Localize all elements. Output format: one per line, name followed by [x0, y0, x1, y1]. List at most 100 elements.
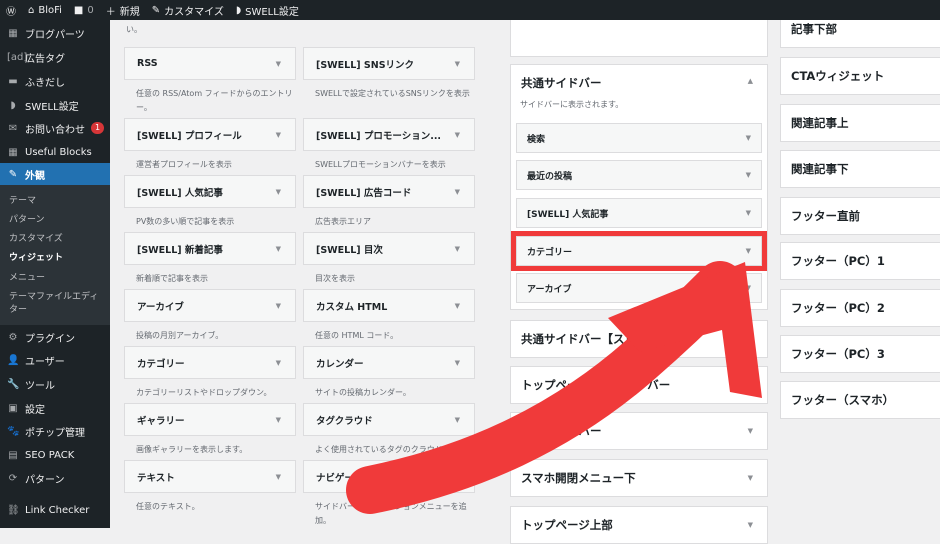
sidebar-item[interactable]: ▤ SEO PACK: [0, 444, 110, 466]
chevron-down-icon[interactable]: ▼: [748, 335, 753, 343]
sidebar-item[interactable]: ⟳ パターン: [0, 467, 110, 489]
chevron-down-icon[interactable]: ▼: [276, 359, 281, 367]
widget-description: 画像ギャラリーを表示します。: [136, 445, 248, 454]
chevron-down-icon[interactable]: ▼: [276, 131, 281, 139]
available-widget[interactable]: テキスト ▼: [124, 460, 296, 493]
customize-link[interactable]: ✎ カスタマイズ: [152, 3, 224, 18]
chevron-down-icon[interactable]: ▼: [276, 416, 281, 424]
sidebar-item-label: プラグイン: [25, 333, 75, 345]
available-widget[interactable]: [SWELL] プロフィール ▼: [124, 118, 296, 151]
widget-area[interactable]: フッター（PC）3: [780, 335, 940, 373]
available-widget[interactable]: [SWELL] プロモーション... ▼: [303, 118, 475, 151]
sidebar-widget[interactable]: 検索 ▼: [516, 123, 762, 153]
sidebar-item[interactable]: ⛓ Link Checker: [0, 499, 110, 521]
menu-icon: [ad]: [7, 51, 28, 63]
sidebar-item[interactable]: ▣ 設定: [0, 397, 110, 419]
widget-area[interactable]: フッター（スマホ）: [780, 381, 940, 419]
chevron-down-icon[interactable]: ▼: [276, 245, 281, 253]
available-widget[interactable]: [SWELL] 新着記事 ▼: [124, 232, 296, 265]
chevron-down-icon[interactable]: ▼: [748, 474, 753, 482]
chevron-down-icon[interactable]: ▼: [746, 134, 751, 142]
sidebar-item[interactable]: ▬ ふきだし: [0, 70, 110, 92]
widget-area[interactable]: スマホ開閉メニュー下 ▼: [510, 459, 768, 497]
available-widget[interactable]: カテゴリー ▼: [124, 346, 296, 379]
available-widget[interactable]: アーカイブ ▼: [124, 289, 296, 322]
appearance-submenu: テーマパターンカスタマイズ ウィジェット メニューテーマファイルエディター: [0, 185, 110, 325]
available-widget[interactable]: ギャラリー ▼: [124, 403, 296, 436]
sidebar-item-label: お問い合わせ: [25, 124, 85, 136]
submenu-item-2[interactable]: カスタマイズ: [9, 233, 104, 246]
plus-icon: ＋: [105, 6, 116, 18]
available-widget[interactable]: [SWELL] SNSリンク ▼: [303, 47, 475, 80]
submenu-item-4[interactable]: メニュー: [9, 272, 104, 285]
available-widget[interactable]: カスタム HTML ▼: [303, 289, 475, 322]
chevron-down-icon[interactable]: ▼: [276, 188, 281, 196]
area-title: 共通サイドバー: [521, 76, 602, 90]
comments-link[interactable]: ■ 0: [74, 5, 94, 16]
sidebar-item[interactable]: 🔧 ツール: [0, 373, 110, 395]
chevron-down-icon[interactable]: ▼: [748, 381, 753, 389]
wordpress-logo-icon[interactable]: Ⓦ: [6, 3, 16, 18]
available-widget[interactable]: カレンダー ▼: [303, 346, 475, 379]
widget-area[interactable]: CTAウィジェット: [780, 57, 940, 95]
new-content-link[interactable]: ＋新規: [106, 3, 140, 18]
widget-area[interactable]: トップページ上部 ▼: [510, 506, 768, 544]
menu-icon: 🔧: [7, 378, 20, 390]
submenu-item-5[interactable]: テーマファイルエディター: [9, 291, 104, 317]
chevron-down-icon[interactable]: ▼: [276, 473, 281, 481]
chevron-down-icon[interactable]: ▼: [276, 302, 281, 310]
chevron-down-icon[interactable]: ▼: [455, 245, 460, 253]
chevron-down-icon[interactable]: ▼: [276, 60, 281, 68]
widget-area[interactable]: トップページ専用サイドバー ▼: [510, 366, 768, 404]
notification-badge: 1: [91, 122, 105, 134]
chevron-down-icon[interactable]: ▼: [746, 247, 751, 255]
submenu-item-1[interactable]: パターン: [9, 214, 104, 227]
sidebar-item[interactable]: ✎ 外観: [0, 163, 110, 185]
widget-title: ナビゲーションメニュー: [316, 472, 421, 484]
widget-area[interactable]: 関連記事上: [780, 104, 940, 142]
sidebar-item[interactable]: [ad] 広告タグ: [0, 46, 110, 68]
sidebar-item-label: 設定: [25, 404, 45, 416]
sidebar-item[interactable]: 👤 ユーザー: [0, 349, 110, 371]
chevron-down-icon[interactable]: ▼: [746, 284, 751, 292]
widget-area[interactable]: 追尾サイドバー ▼: [510, 412, 768, 450]
available-widget[interactable]: タグクラウド ▼: [303, 403, 475, 436]
area-title: フッター（スマホ）: [791, 393, 895, 407]
chevron-down-icon[interactable]: ▼: [455, 473, 460, 481]
chevron-down-icon[interactable]: ▼: [455, 359, 460, 367]
sidebar-item[interactable]: ⚙ プラグイン: [0, 326, 110, 348]
chevron-down-icon[interactable]: ▼: [746, 171, 751, 179]
available-widget[interactable]: [SWELL] 人気記事 ▼: [124, 175, 296, 208]
sidebar-widget-highlighted[interactable]: カテゴリー ▼: [511, 231, 767, 271]
available-widget[interactable]: [SWELL] 広告コード ▼: [303, 175, 475, 208]
chevron-up-icon[interactable]: ▲: [748, 77, 753, 85]
swell-settings-link[interactable]: ◗ SWELL設定: [236, 3, 299, 18]
sidebar-item[interactable]: ◗ SWELL設定: [0, 94, 110, 116]
chevron-down-icon[interactable]: ▼: [455, 60, 460, 68]
chevron-down-icon[interactable]: ▼: [455, 131, 460, 139]
submenu-item-3[interactable]: ウィジェット: [9, 252, 104, 265]
chevron-down-icon[interactable]: ▼: [455, 416, 460, 424]
sidebar-widget[interactable]: アーカイブ ▼: [516, 273, 762, 303]
available-widget[interactable]: [SWELL] 目次 ▼: [303, 232, 475, 265]
sidebar-widget[interactable]: [SWELL] 人気記事 ▼: [516, 198, 762, 228]
sidebar-item[interactable]: 🐾 ポチップ管理: [0, 420, 110, 442]
widget-area[interactable]: フッター（PC）1: [780, 242, 940, 280]
chevron-down-icon[interactable]: ▼: [455, 302, 460, 310]
widget-title: カテゴリー: [137, 358, 185, 370]
widget-area[interactable]: 関連記事下: [780, 150, 940, 188]
available-widget[interactable]: ナビゲーションメニュー ▼: [303, 460, 475, 493]
chevron-down-icon[interactable]: ▼: [455, 188, 460, 196]
chevron-down-icon[interactable]: ▼: [748, 427, 753, 435]
submenu-item-0[interactable]: テーマ: [9, 195, 104, 208]
sidebar-item[interactable]: ✉ お問い合わせ 1: [0, 117, 110, 139]
sidebar-item[interactable]: ▦ ブログパーツ: [0, 22, 110, 44]
sidebar-widget[interactable]: 最近の投稿 ▼: [516, 160, 762, 190]
widget-area[interactable]: フッター（PC）2: [780, 289, 940, 327]
widget-area[interactable]: 共通サイドバー【スマホ版】 ▼: [510, 320, 768, 358]
sidebar-item[interactable]: ▦ Useful Blocks: [0, 141, 110, 163]
site-name-link[interactable]: ⌂ BloFi: [28, 5, 62, 16]
available-widget[interactable]: RSS ▼: [124, 47, 296, 80]
widget-area[interactable]: フッター直前: [780, 197, 940, 235]
chevron-down-icon[interactable]: ▼: [746, 209, 751, 217]
